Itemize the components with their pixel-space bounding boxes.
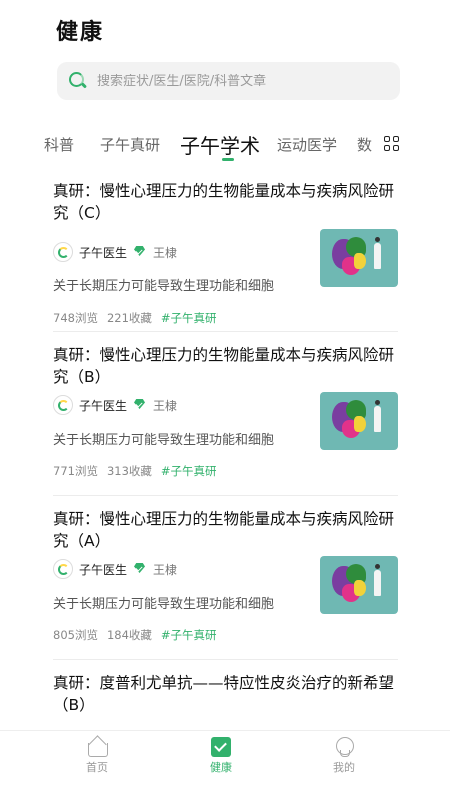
nav-profile[interactable]: 我的 [314, 737, 374, 775]
author-name: 子午医生 [79, 398, 128, 413]
favorite-count: 221收藏 [106, 311, 152, 325]
author-row: 子午医生 王棣 [53, 395, 177, 415]
article-thumbnail[interactable] [320, 229, 398, 287]
divider [53, 659, 398, 660]
favorite-count: 313收藏 [106, 464, 152, 478]
article-card[interactable]: 真研：度普利尤单抗——特应性皮炎治疗的新希望（B） [53, 672, 398, 716]
article-stats: 771浏览 313收藏 #子午真研 [53, 463, 217, 479]
divider [53, 331, 398, 332]
verified-icon [133, 399, 147, 411]
bottom-nav: 首页 健康 我的 [0, 730, 450, 800]
article-title[interactable]: 真研：慢性心理压力的生物能量成本与疾病风险研究（B） [53, 344, 398, 388]
tab-ziwu-research[interactable]: 子午真研 [100, 134, 160, 155]
article-card[interactable]: 真研：慢性心理压力的生物能量成本与疾病风险研究（B） 子午医生 王棣 关于长期压… [53, 344, 398, 478]
favorite-count: 184收藏 [106, 628, 152, 642]
article-title[interactable]: 真研：度普利尤单抗——特应性皮炎治疗的新希望（B） [53, 672, 398, 716]
topic-tag[interactable]: #子午真研 [161, 463, 217, 479]
nav-home[interactable]: 首页 [67, 737, 127, 775]
topic-tag[interactable]: #子午真研 [161, 627, 217, 643]
article-summary: 关于长期压力可能导致生理功能和细胞 [53, 597, 275, 612]
article-summary: 关于长期压力可能导致生理功能和细胞 [53, 433, 275, 448]
author-name: 子午医生 [79, 562, 128, 577]
nav-health-label: 健康 [210, 761, 232, 774]
verified-icon [133, 246, 147, 258]
doctor-name: 王棣 [153, 562, 178, 577]
view-count: 805浏览 [53, 628, 98, 642]
view-count: 748浏览 [53, 311, 98, 325]
article-thumbnail[interactable] [320, 556, 398, 614]
article-title[interactable]: 真研：慢性心理压力的生物能量成本与疾病风险研究（C） [53, 180, 398, 224]
nav-home-label: 首页 [86, 761, 108, 774]
article-thumbnail[interactable] [320, 392, 398, 450]
nav-profile-label: 我的 [333, 761, 355, 774]
article-card[interactable]: 真研：慢性心理压力的生物能量成本与疾病风险研究（A） 子午医生 王棣 关于长期压… [53, 508, 398, 642]
article-stats: 748浏览 221收藏 #子午真研 [53, 310, 217, 326]
topic-tag[interactable]: #子午真研 [161, 310, 217, 326]
doctor-name: 王棣 [153, 245, 178, 260]
brand-logo-icon [53, 242, 73, 262]
nav-health[interactable]: 健康 [191, 737, 251, 775]
article-stats: 805浏览 184收藏 #子午真研 [53, 627, 217, 643]
article-summary: 关于长期压力可能导致生理功能和细胞 [53, 279, 275, 294]
search-icon [69, 72, 88, 90]
brand-logo-icon [53, 395, 73, 415]
search-bar[interactable] [57, 62, 400, 100]
verified-icon [133, 563, 147, 575]
grid-menu-icon[interactable] [384, 136, 400, 152]
divider [53, 495, 398, 496]
tab-data[interactable]: 数 [357, 134, 372, 155]
tab-science[interactable]: 科普 [44, 134, 74, 155]
active-tab-indicator [222, 158, 234, 161]
tab-sports-medicine[interactable]: 运动医学 [277, 134, 337, 155]
article-title[interactable]: 真研：慢性心理压力的生物能量成本与疾病风险研究（A） [53, 508, 398, 552]
home-icon [87, 737, 108, 757]
author-row: 子午医生 王棣 [53, 242, 177, 262]
category-tabs: 科普 子午真研 子午学术 运动医学 数 [44, 128, 410, 166]
search-input[interactable] [97, 73, 377, 89]
page-title: 健康 [56, 20, 105, 45]
brand-logo-icon [53, 559, 73, 579]
health-icon [211, 737, 231, 757]
tab-ziwu-academic[interactable]: 子午学术 [180, 130, 260, 159]
profile-icon [334, 737, 354, 757]
author-name: 子午医生 [79, 245, 128, 260]
article-card[interactable]: 真研：慢性心理压力的生物能量成本与疾病风险研究（C） 子午医生 王棣 关于长期压… [53, 180, 398, 325]
doctor-name: 王棣 [153, 398, 178, 413]
view-count: 771浏览 [53, 464, 98, 478]
author-row: 子午医生 王棣 [53, 559, 177, 579]
